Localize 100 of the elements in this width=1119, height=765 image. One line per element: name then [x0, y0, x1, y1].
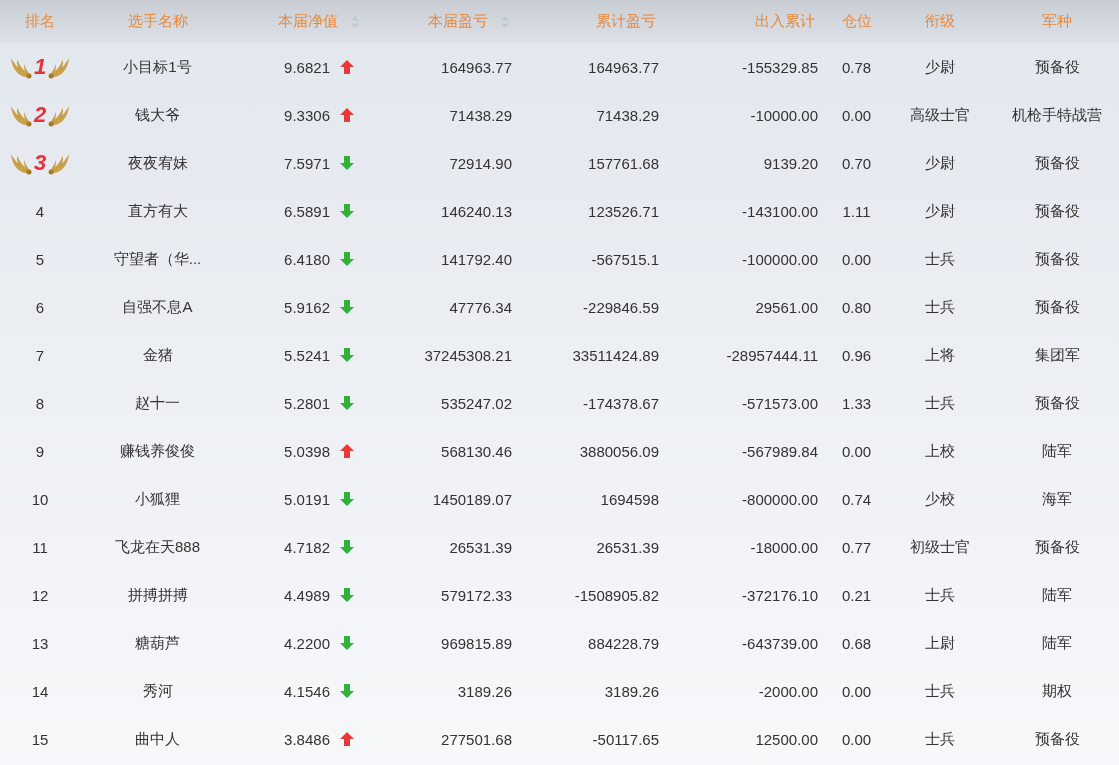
cash-flow-cell: -571573.00 [742, 394, 818, 412]
rank-title-cell: 初级士官 [910, 537, 970, 557]
cash-flow-cell: -2000.00 [758, 682, 818, 700]
cash-flow-cell: -143100.00 [742, 202, 818, 220]
rank-title-cell: 士兵 [925, 297, 955, 317]
column-header: 选手名称 [127, 12, 188, 31]
season-profit-cell: 71438.29 [449, 106, 512, 124]
total-profit-cell: -229846.59 [583, 298, 659, 316]
rank-title-cell: 士兵 [925, 249, 955, 269]
rank-title-cell: 少尉 [925, 153, 955, 173]
total-profit-cell: 71438.29 [596, 106, 659, 124]
cash-flow-cell: 9139.20 [763, 154, 818, 172]
cash-flow-cell: -10000.00 [750, 106, 818, 124]
rank-number: 12 [31, 586, 49, 604]
total-profit-cell: -174378.67 [583, 394, 659, 412]
rank-number: 9 [35, 442, 45, 460]
branch-cell: 陆军 [1042, 585, 1072, 605]
rank-title-cell: 上将 [925, 345, 955, 365]
branch-cell: 预备役 [1034, 249, 1080, 269]
column-header: 仓位 [841, 12, 872, 31]
rank-title-cell: 少校 [925, 489, 955, 509]
net-value: 4.7182 [284, 538, 330, 556]
rank-title-cell: 上校 [925, 441, 955, 461]
player-name: 守望者（华... [113, 249, 202, 269]
season-profit-cell: 579172.33 [441, 586, 512, 604]
season-profit-cell: 277501.68 [441, 730, 512, 748]
total-profit-cell: 884228.79 [588, 634, 659, 652]
branch-cell: 海军 [1042, 489, 1072, 509]
cash-flow-cell: -567989.84 [742, 442, 818, 460]
position-cell: 0.74 [841, 490, 872, 508]
rank-number: 14 [31, 682, 49, 700]
total-profit-cell: 26531.39 [596, 538, 659, 556]
rank-number: 7 [35, 346, 45, 364]
cash-flow-cell: -643739.00 [742, 634, 818, 652]
season-profit-cell: 37245308.21 [424, 346, 512, 364]
branch-cell: 预备役 [1034, 729, 1080, 749]
branch-cell: 陆军 [1042, 441, 1072, 461]
branch-cell: 陆军 [1042, 633, 1072, 653]
position-cell: 1.11 [842, 202, 871, 220]
position-cell: 0.77 [841, 538, 872, 556]
rank-number: 10 [31, 490, 49, 508]
player-name: 秀河 [142, 681, 173, 701]
net-value: 7.5971 [284, 154, 330, 172]
net-value: 4.1546 [284, 682, 330, 700]
rank-title-cell: 士兵 [925, 393, 955, 413]
net-value: 5.2801 [284, 394, 330, 412]
player-name: 夜夜宥妹 [127, 153, 188, 173]
total-profit-cell: -50117.65 [592, 730, 659, 748]
column-header[interactable]: 本届盈亏 [428, 12, 488, 31]
net-value: 5.0398 [284, 442, 330, 460]
net-value: 9.3306 [284, 106, 330, 124]
position-cell: 0.00 [841, 106, 872, 124]
player-name: 小狐狸 [135, 489, 180, 509]
cash-flow-cell: 12500.00 [755, 730, 818, 748]
rank-number: 2 [33, 102, 47, 128]
cash-flow-cell: -28957444.11 [726, 346, 818, 364]
player-name: 金猪 [142, 345, 173, 365]
rank-number: 5 [35, 250, 45, 268]
position-cell: 0.00 [841, 250, 872, 268]
rank-number: 15 [31, 730, 49, 748]
column-header[interactable]: 本届净值 [278, 12, 338, 31]
cash-flow-cell: -800000.00 [742, 490, 818, 508]
player-name: 直方有大 [127, 201, 188, 221]
cash-flow-cell: -18000.00 [750, 538, 818, 556]
total-profit-cell: 3189.26 [604, 682, 659, 700]
total-profit-cell: -1508905.82 [574, 586, 659, 604]
net-value: 5.0191 [284, 490, 330, 508]
total-profit-cell: 33511424.89 [572, 346, 659, 364]
rank-title-cell: 士兵 [925, 585, 955, 605]
season-profit-cell: 969815.89 [441, 634, 512, 652]
branch-cell: 期权 [1042, 681, 1072, 701]
branch-cell: 预备役 [1034, 201, 1080, 221]
player-name: 拼搏拼搏 [127, 585, 188, 605]
column-header: 排名 [25, 12, 55, 31]
position-cell: 0.70 [841, 154, 872, 172]
total-profit-cell: 164963.77 [588, 58, 659, 76]
rank-title-cell: 上尉 [925, 633, 955, 653]
rank-number: 11 [32, 538, 48, 556]
total-profit-cell: 3880056.09 [579, 442, 659, 460]
total-profit-cell: 123526.71 [588, 202, 659, 220]
season-profit-cell: 3189.26 [457, 682, 512, 700]
branch-cell: 机枪手特战营 [1012, 105, 1102, 125]
net-value: 4.2200 [284, 634, 330, 652]
position-cell: 0.00 [841, 442, 872, 460]
player-name: 赵十一 [135, 393, 180, 413]
player-name: 赚钱养俊俊 [120, 441, 195, 461]
branch-cell: 预备役 [1034, 297, 1080, 317]
season-profit-cell: 535247.02 [441, 394, 512, 412]
net-value: 5.9162 [284, 298, 330, 316]
total-profit-cell: 157761.68 [588, 154, 659, 172]
rank-number: 13 [31, 634, 49, 652]
player-name: 自强不息A [122, 297, 193, 317]
branch-cell: 预备役 [1034, 153, 1080, 173]
rank-title-cell: 士兵 [925, 681, 955, 701]
cash-flow-cell: -100000.00 [742, 250, 818, 268]
player-name: 小目标1号 [123, 57, 192, 77]
season-profit-cell: 47776.34 [449, 298, 512, 316]
position-cell: 0.80 [841, 298, 872, 316]
column-header: 军种 [1042, 12, 1072, 31]
player-name: 钱大爷 [135, 105, 180, 125]
